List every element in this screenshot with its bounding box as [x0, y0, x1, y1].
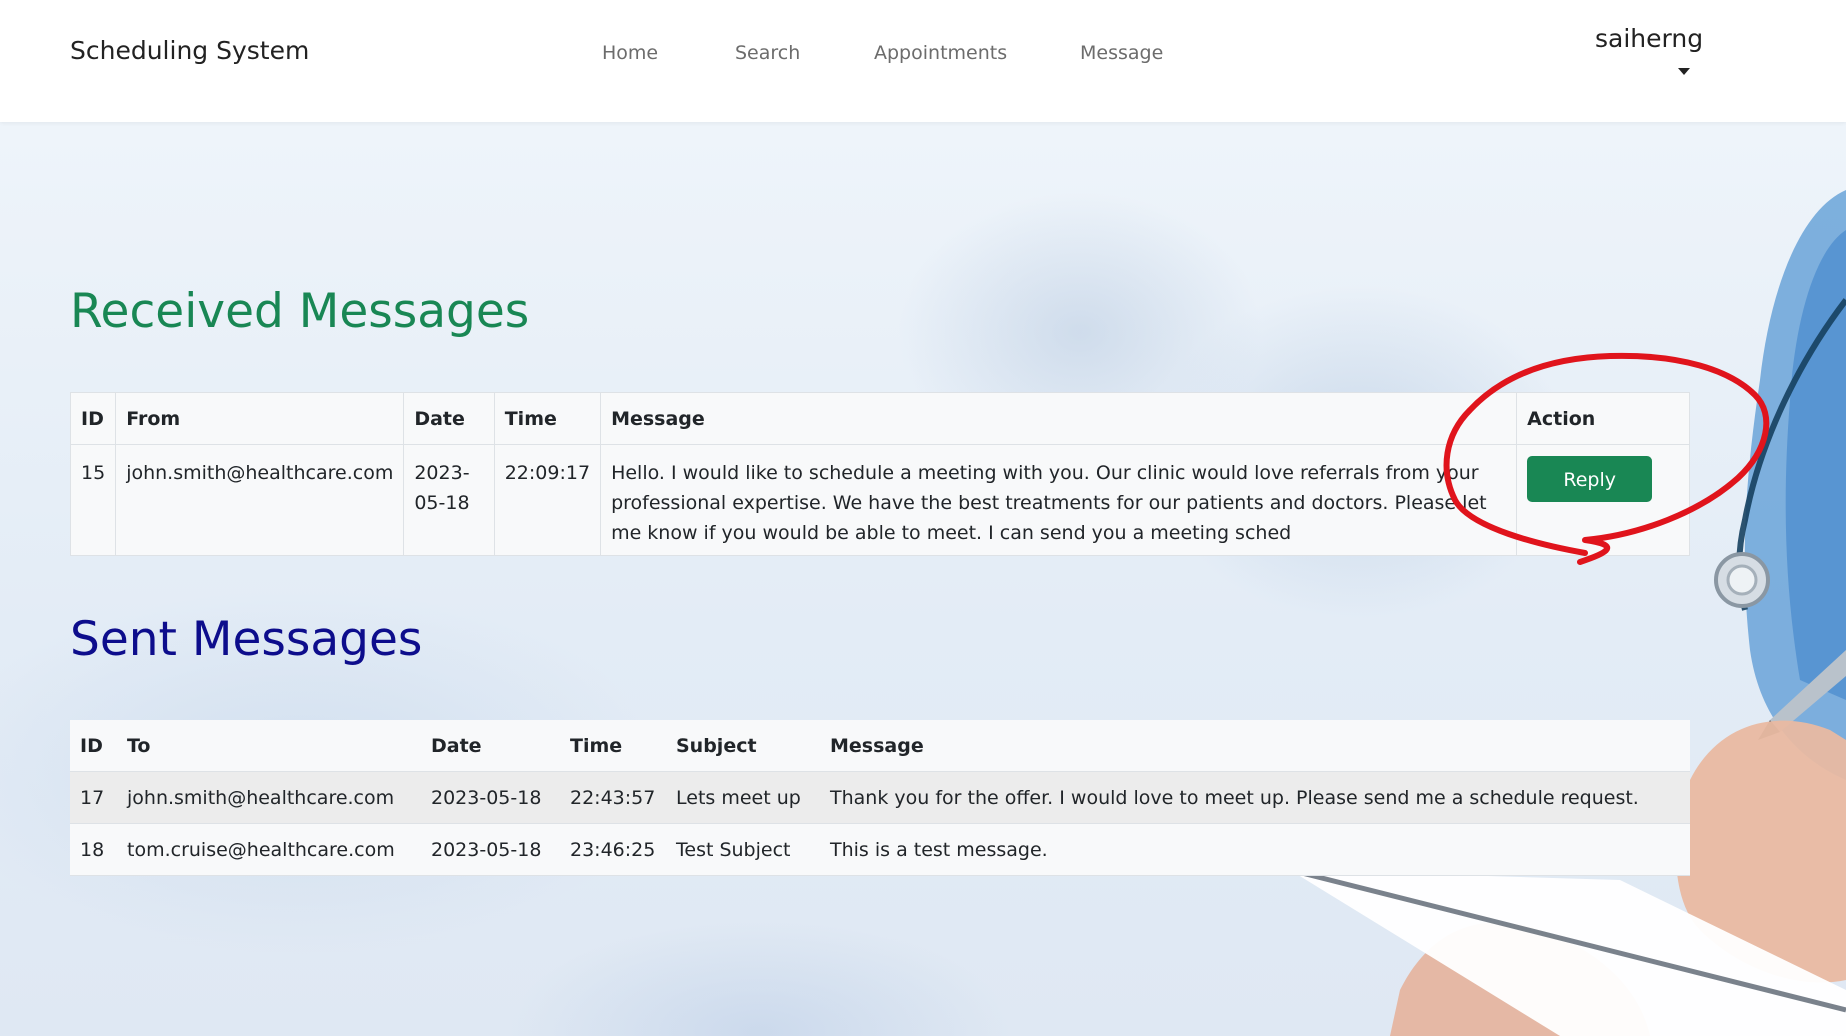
cell-date: 2023-05-18	[403, 444, 495, 556]
column-header-id: ID	[70, 720, 117, 772]
cell-date: 2023-05-18	[421, 771, 560, 824]
cell-time: 22:09:17	[493, 444, 602, 556]
table-row: 17 john.smith@healthcare.com 2023-05-18 …	[70, 771, 1690, 824]
nav-appointments-link[interactable]: Appointments	[874, 42, 1007, 64]
cell-id: 18	[70, 823, 117, 876]
nav-message-link[interactable]: Message	[1080, 42, 1163, 64]
caret-down-icon	[1678, 68, 1690, 75]
doctor-background-image	[1289, 190, 1846, 1036]
cell-subject: Lets meet up	[666, 771, 820, 824]
nav-search-link[interactable]: Search	[735, 42, 800, 64]
cell-action: Reply	[1516, 444, 1690, 556]
column-header-to: To	[117, 720, 421, 772]
cell-id: 17	[70, 771, 117, 824]
cell-time: 23:46:25	[560, 823, 666, 876]
column-header-date: Date	[421, 720, 560, 772]
cell-from: john.smith@healthcare.com	[115, 444, 405, 556]
column-header-time: Time	[560, 720, 666, 772]
table-row: 18 tom.cruise@healthcare.com 2023-05-18 …	[70, 823, 1690, 876]
column-header-date: Date	[403, 392, 495, 445]
column-header-action: Action	[1516, 392, 1690, 445]
cell-subject: Test Subject	[666, 823, 820, 876]
user-name: saiherng	[1595, 24, 1704, 53]
user-menu-dropdown[interactable]: saiherng	[1588, 22, 1712, 82]
table-row: 15 john.smith@healthcare.com 2023-05-18 …	[69, 444, 1690, 556]
cell-id: 15	[69, 444, 117, 556]
column-header-message: Message	[820, 720, 1690, 772]
received-messages-table: ID From Date Time Message Action 15 john…	[69, 392, 1690, 556]
nav-home-link[interactable]: Home	[602, 42, 658, 64]
cell-message: Thank you for the offer. I would love to…	[820, 771, 1690, 824]
column-header-id: ID	[69, 392, 117, 445]
cell-date: 2023-05-18	[421, 823, 560, 876]
reply-button[interactable]: Reply	[1527, 456, 1653, 502]
column-header-message: Message	[600, 392, 1518, 445]
column-header-from: From	[115, 392, 405, 445]
received-messages-heading: Received Messages	[70, 284, 530, 339]
sent-messages-heading: Sent Messages	[70, 612, 423, 667]
top-navbar: Scheduling System Home Search Appointmen…	[0, 0, 1846, 122]
table-header-row: ID From Date Time Message Action	[69, 392, 1690, 445]
column-header-time: Time	[493, 392, 602, 445]
brand-title[interactable]: Scheduling System	[70, 36, 309, 65]
cell-time: 22:43:57	[560, 771, 666, 824]
table-header-row: ID To Date Time Subject Message	[70, 720, 1690, 772]
cell-message: Hello. I would like to schedule a meetin…	[600, 444, 1518, 556]
cell-to: john.smith@healthcare.com	[117, 771, 421, 824]
sent-messages-table: ID To Date Time Subject Message 17 john.…	[70, 720, 1690, 876]
cell-message: This is a test message.	[820, 823, 1690, 876]
column-header-subject: Subject	[666, 720, 820, 772]
cell-to: tom.cruise@healthcare.com	[117, 823, 421, 876]
